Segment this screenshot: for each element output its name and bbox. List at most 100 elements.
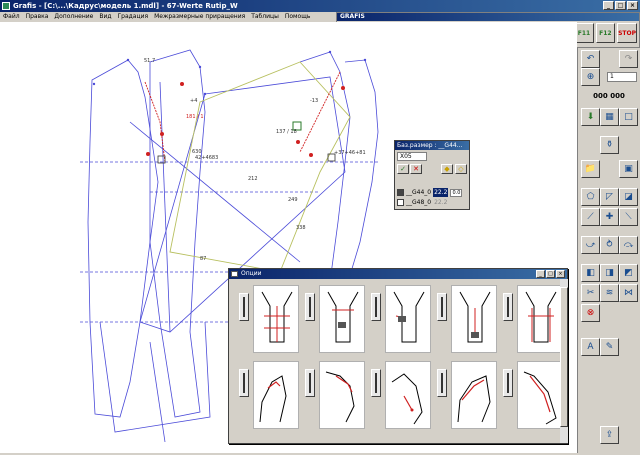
options-scrollbar[interactable]: [560, 279, 568, 443]
notch-icon[interactable]: ⋈: [619, 284, 638, 302]
option-cell[interactable]: [305, 361, 365, 429]
menu-increments[interactable]: Межразмерные приращения: [154, 12, 245, 22]
line-b-icon[interactable]: ✚: [600, 208, 619, 226]
menu-tables[interactable]: Таблицы: [251, 12, 279, 22]
curve-b-icon[interactable]: ⥁: [600, 236, 619, 254]
stop-icon[interactable]: STOP: [617, 23, 637, 43]
option-cell[interactable]: [239, 361, 299, 429]
delete-icon[interactable]: ⊗: [581, 304, 600, 322]
size-value: 22.2: [434, 199, 448, 206]
undo-icon[interactable]: ↶: [581, 50, 600, 68]
f11-icon[interactable]: F11: [574, 23, 594, 43]
menu-help[interactable]: Помощь: [285, 12, 311, 22]
option-cell[interactable]: [371, 285, 431, 353]
piece-icon[interactable]: ▣: [619, 160, 638, 178]
close-button[interactable]: ×: [627, 1, 638, 10]
scrollbar-thumb[interactable]: [560, 287, 568, 427]
option-preview: [319, 285, 365, 353]
canvas-label: -13: [310, 98, 318, 104]
cancel-icon[interactable]: ✕: [410, 164, 422, 174]
diamond-a-icon[interactable]: ◆: [441, 164, 453, 174]
folder-icon[interactable]: 📁: [581, 160, 600, 178]
curve-a-icon[interactable]: ⤻: [581, 236, 600, 254]
piece-a-icon[interactable]: ◧: [581, 264, 600, 282]
option-toggle-icon[interactable]: [437, 369, 447, 397]
shape-a-icon[interactable]: ⬠: [581, 188, 600, 206]
menu-edit[interactable]: Правка: [26, 12, 49, 22]
option-preview: [319, 361, 365, 429]
options-minimize-button[interactable]: _: [536, 270, 545, 278]
option-toggle-icon[interactable]: [503, 293, 513, 321]
options-controls: _ □ ×: [536, 270, 565, 278]
menu-addon[interactable]: Дополнение: [54, 12, 93, 22]
options-close-button[interactable]: ×: [556, 270, 565, 278]
window-title: Grafis - [C:\...\Кадрус\модель 1.mdl] - …: [13, 2, 238, 10]
popup-title: Баз.размер : __G44...: [395, 141, 469, 150]
piece-c-icon[interactable]: ◩: [619, 264, 638, 282]
f12-icon[interactable]: F12: [595, 23, 616, 43]
canvas-label: 42+4683: [195, 155, 218, 161]
redo-icon[interactable]: ↷: [619, 50, 638, 68]
canvas-label: +37+46+81: [334, 150, 366, 156]
canvas-label: 51.7: [144, 58, 155, 64]
minimize-button[interactable]: _: [603, 1, 614, 10]
option-cell[interactable]: [503, 285, 563, 353]
option-cell[interactable]: [437, 285, 497, 353]
option-toggle-icon[interactable]: [437, 293, 447, 321]
option-cell[interactable]: [371, 361, 431, 429]
size-field[interactable]: X05: [397, 152, 427, 161]
size-name: __G48_0: [406, 199, 432, 206]
zoom-icon[interactable]: ⊕: [581, 68, 600, 86]
line-a-icon[interactable]: ⟋: [581, 208, 600, 226]
counter-display: 000 000: [581, 89, 637, 103]
text-icon[interactable]: A: [581, 338, 600, 356]
size-checkbox[interactable]: [397, 199, 404, 206]
scissors-icon[interactable]: ✂: [581, 284, 600, 302]
line-c-icon[interactable]: ⟍: [619, 208, 638, 226]
toolbar-title: GRAFIS: [337, 13, 639, 21]
size-row[interactable]: __G44_0 22.2 0.0: [397, 188, 469, 197]
grid-icon[interactable]: ▦: [600, 108, 619, 126]
option-cell[interactable]: [305, 285, 365, 353]
bottle-icon[interactable]: ⚱: [600, 136, 619, 154]
option-cell[interactable]: [239, 285, 299, 353]
ok-icon[interactable]: ✓: [397, 164, 409, 174]
option-toggle-icon[interactable]: [305, 369, 315, 397]
option-toggle-icon[interactable]: [371, 369, 381, 397]
pen-icon[interactable]: ✎: [600, 338, 619, 356]
size-checkbox[interactable]: [397, 189, 404, 196]
size-extra[interactable]: 0.0: [450, 188, 463, 197]
shape-c-icon[interactable]: ◪: [619, 188, 638, 206]
option-toggle-icon[interactable]: [305, 293, 315, 321]
options-maximize-button[interactable]: □: [546, 270, 555, 278]
step-input[interactable]: 1: [607, 72, 637, 82]
canvas-label: 137 / 18: [276, 129, 297, 135]
option-toggle-icon[interactable]: [503, 369, 513, 397]
maximize-button[interactable]: □: [615, 1, 626, 10]
menu-bar: Файл Правка Дополнение Вид Градация Межр…: [0, 12, 336, 22]
base-size-popup: Баз.размер : __G44... X05 ✓ ✕ ◆ ◇ __G44_…: [394, 140, 470, 210]
piece-b-icon[interactable]: ◨: [600, 264, 619, 282]
arrow-down-icon[interactable]: ⬇: [581, 108, 600, 126]
diamond-b-icon[interactable]: ◇: [455, 164, 467, 174]
canvas-label: 338: [296, 225, 306, 231]
window-icon: [231, 271, 238, 277]
shape-b-icon[interactable]: ◸: [600, 188, 619, 206]
option-toggle-icon[interactable]: [239, 369, 249, 397]
options-titlebar: Опции _ □ ×: [229, 269, 567, 279]
size-row[interactable]: __G48_0 22.2: [397, 198, 469, 207]
option-cell[interactable]: [503, 361, 563, 429]
menu-grading[interactable]: Градация: [118, 12, 149, 22]
app-icon: [2, 2, 10, 10]
option-toggle-icon[interactable]: [371, 293, 381, 321]
option-preview: [517, 285, 563, 353]
option-toggle-icon[interactable]: [239, 293, 249, 321]
export-piece-icon[interactable]: ⇪: [600, 426, 619, 444]
option-cell[interactable]: [437, 361, 497, 429]
square-icon[interactable]: □: [619, 108, 638, 126]
curve-c-icon[interactable]: ⤼: [619, 236, 638, 254]
menu-view[interactable]: Вид: [99, 12, 111, 22]
seam-icon[interactable]: ≋: [600, 284, 619, 302]
menu-file[interactable]: Файл: [3, 12, 20, 22]
size-name: __G44_0: [406, 189, 432, 196]
